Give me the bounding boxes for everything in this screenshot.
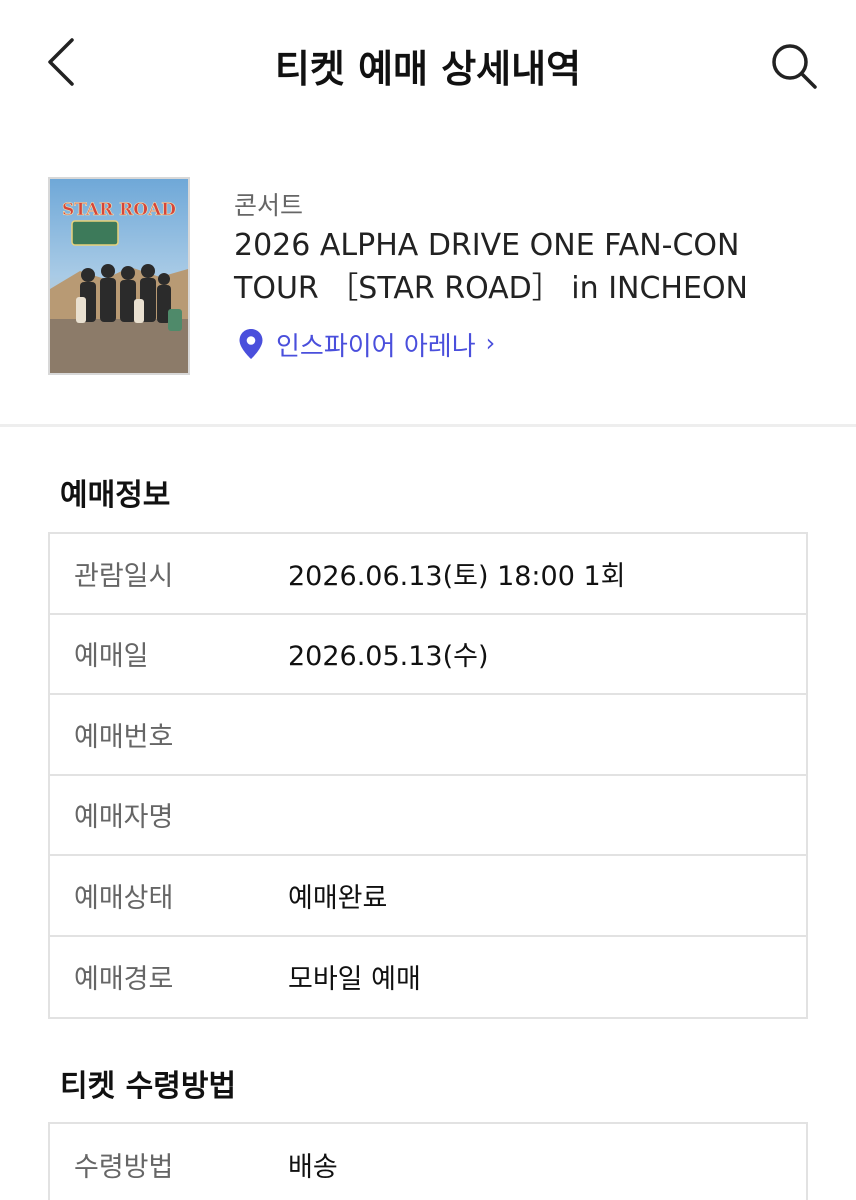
- location-pin-icon: [239, 329, 263, 359]
- event-summary: STAR ROAD 콘서트 2026 ALPHA DRIVE ONE FAN-C…: [0, 150, 856, 424]
- poster-logo-text: STAR ROAD: [62, 200, 176, 220]
- section-divider: [0, 424, 856, 427]
- event-poster[interactable]: STAR ROAD: [48, 177, 190, 375]
- row-value: 모바일 예매: [288, 964, 421, 996]
- event-title: 2026 ALPHA DRIVE ONE FAN-CON TOUR ［STAR …: [234, 228, 748, 306]
- row-value: 2026.06.13(토) 18:00 1회: [288, 560, 626, 592]
- chevron-right-icon: ›: [485, 329, 496, 357]
- ticket-receipt-table: 수령방법 배송: [48, 1122, 808, 1200]
- table-row: 예매일 2026.05.13(수): [50, 615, 806, 695]
- row-label: 예매경로: [74, 964, 174, 996]
- row-label: 예매자명: [74, 802, 174, 834]
- booking-info-table: 관람일시 2026.06.13(토) 18:00 1회 예매일 2026.05.…: [48, 532, 808, 1019]
- page-title: 티켓 예매 상세내역: [274, 47, 582, 91]
- table-row: 예매상태 예매완료: [50, 856, 806, 937]
- venue-link[interactable]: 인스파이어 아레나 ›: [238, 326, 495, 362]
- row-label: 관람일시: [74, 560, 174, 592]
- event-category: 콘서트: [234, 191, 304, 220]
- row-label: 예매상태: [74, 882, 174, 914]
- row-label: 예매번호: [74, 721, 174, 753]
- table-row: 예매자명: [50, 776, 806, 856]
- table-row: 예매경로 모바일 예매: [50, 937, 806, 1018]
- row-value: 배송: [288, 1151, 338, 1183]
- table-row: 관람일시 2026.06.13(토) 18:00 1회: [50, 534, 806, 615]
- row-value: 2026.05.13(수): [288, 641, 489, 673]
- search-icon: [772, 44, 817, 89]
- row-label: 수령방법: [74, 1151, 174, 1183]
- venue-name: 인스파이어 아레나: [276, 331, 476, 362]
- table-row: 수령방법 배송: [50, 1124, 806, 1200]
- booking-info-title: 예매정보: [60, 478, 171, 513]
- search-button[interactable]: [768, 40, 820, 92]
- table-row: 예매번호: [50, 695, 806, 776]
- row-label: 예매일: [74, 641, 149, 673]
- ticket-receipt-title: 티켓 수령방법: [60, 1069, 237, 1104]
- row-value: 예매완료: [288, 882, 388, 914]
- top-app-bar: 티켓 예매 상세내역: [0, 0, 856, 130]
